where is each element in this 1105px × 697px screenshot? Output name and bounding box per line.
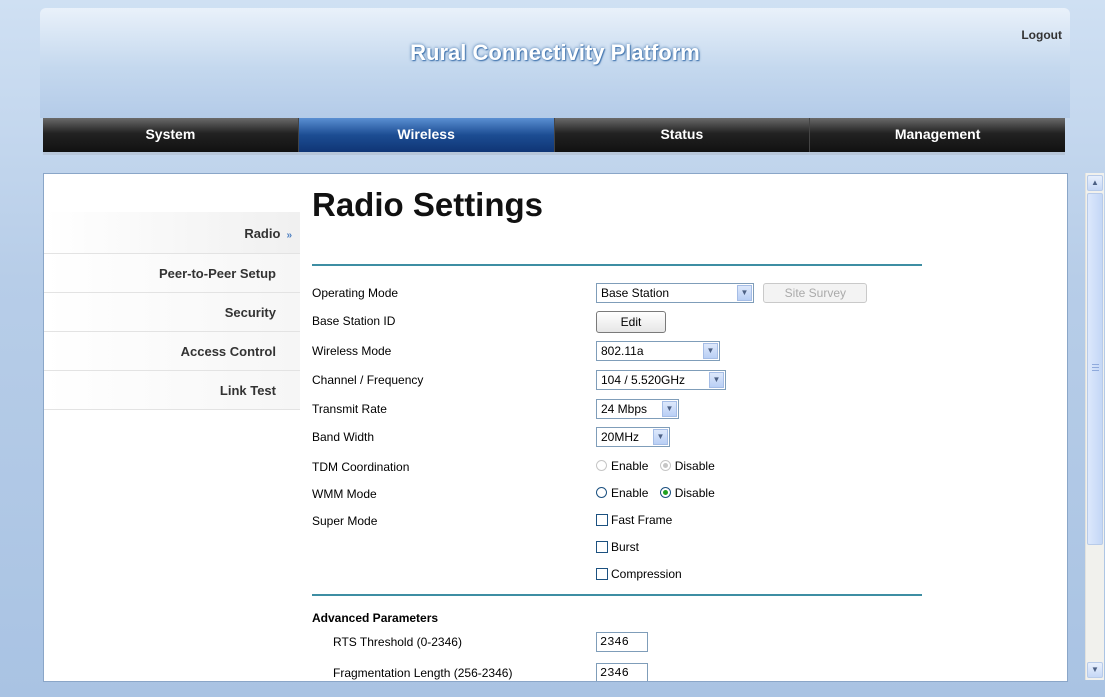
- row-compression: Compression: [312, 565, 932, 587]
- wmm-label: WMM Mode: [312, 487, 377, 501]
- sidebar-item-access-control[interactable]: Access Control: [44, 332, 300, 371]
- channel-value: 104 / 5.520GHz: [601, 373, 686, 387]
- fragmentation-length-input[interactable]: 2346: [596, 663, 648, 681]
- rts-threshold-input[interactable]: 2346: [596, 632, 648, 652]
- sidebar-item-label: Link Test: [219, 383, 276, 398]
- burst-label: Burst: [611, 540, 640, 554]
- sidebar: Radio » Peer-to-Peer Setup Security Acces…: [44, 212, 300, 410]
- band-width-value: 20MHz: [601, 430, 640, 444]
- transmit-rate-label: Transmit Rate: [312, 402, 387, 416]
- wmm-enable-label: Enable: [611, 486, 649, 500]
- logout-link[interactable]: Logout: [1021, 28, 1062, 42]
- row-frag: Fragmentation Length (256-2346) 2346: [312, 663, 932, 681]
- tdm-disable-label: Disable: [674, 459, 715, 473]
- vertical-scrollbar[interactable]: ▲ ▼: [1085, 173, 1104, 680]
- divider: [312, 594, 922, 596]
- wmm-disable-label: Disable: [674, 486, 715, 500]
- header-banner: Rural Connectivity Platform Logout: [40, 8, 1070, 118]
- sidebar-item-label: Radio: [244, 226, 281, 241]
- sidebar-item-link-test[interactable]: Link Test: [44, 371, 300, 410]
- advanced-parameters-heading: Advanced Parameters: [312, 611, 439, 625]
- wireless-mode-label: Wireless Mode: [312, 344, 392, 358]
- sidebar-item-security[interactable]: Security: [44, 293, 300, 332]
- frag-label: Fragmentation Length (256-2346): [333, 666, 513, 680]
- compression-label: Compression: [611, 567, 682, 581]
- grip-icon: [1092, 364, 1099, 372]
- transmit-rate-select[interactable]: 24 Mbps ▼: [596, 399, 679, 419]
- operating-mode-select[interactable]: Base Station ▼: [596, 283, 754, 303]
- row-operating-mode: Operating Mode Base Station ▼ Site Surve…: [312, 283, 932, 305]
- row-transmit-rate: Transmit Rate 24 Mbps ▼: [312, 399, 932, 421]
- compression-checkbox[interactable]: [596, 568, 608, 580]
- band-width-select[interactable]: 20MHz ▼: [596, 427, 670, 447]
- channel-select[interactable]: 104 / 5.520GHz ▼: [596, 370, 726, 390]
- platform-title: Rural Connectivity Platform: [410, 40, 700, 65]
- sidebar-item-peer-to-peer[interactable]: Peer-to-Peer Setup: [44, 254, 300, 293]
- tdm-enable-radio[interactable]: [596, 460, 607, 471]
- sidebar-item-label: Peer-to-Peer Setup: [158, 266, 276, 281]
- super-mode-label: Super Mode: [312, 514, 378, 528]
- wmm-disable-radio[interactable]: [659, 487, 671, 498]
- base-station-id-label: Base Station ID: [312, 314, 396, 328]
- chevron-down-icon: ▼: [662, 401, 677, 417]
- tdm-label: TDM Coordination: [312, 460, 410, 474]
- sidebar-item-radio[interactable]: Radio »: [44, 212, 300, 254]
- operating-mode-label: Operating Mode: [312, 286, 399, 300]
- row-wireless-mode: Wireless Mode 802.11a ▼: [312, 341, 932, 363]
- chevron-down-icon: ▼: [709, 372, 724, 388]
- edit-button[interactable]: Edit: [596, 311, 666, 333]
- wireless-mode-select[interactable]: 802.11a ▼: [596, 341, 720, 361]
- row-tdm: TDM Coordination Enable Disable: [312, 457, 932, 479]
- content-panel: Radio » Peer-to-Peer Setup Security Acces…: [43, 173, 1068, 682]
- fast-frame-label: Fast Frame: [611, 513, 673, 527]
- page-title: Radio Settings: [312, 186, 544, 223]
- wireless-mode-value: 802.11a: [601, 344, 644, 358]
- main-nav: System Wireless Status Management: [43, 118, 1065, 155]
- nav-management[interactable]: Management: [810, 118, 1065, 152]
- row-rts: RTS Threshold (0-2346) 2346: [312, 632, 932, 654]
- tdm-disable-radio[interactable]: [659, 460, 671, 471]
- scroll-up-icon[interactable]: ▲: [1087, 175, 1103, 191]
- row-band-width: Band Width 20MHz ▼: [312, 427, 932, 449]
- operating-mode-value: Base Station: [601, 286, 670, 300]
- nav-status[interactable]: Status: [555, 118, 811, 152]
- divider: [312, 264, 922, 266]
- row-super-mode: Super Mode Fast Frame: [312, 511, 932, 533]
- nav-wireless[interactable]: Wireless: [298, 118, 555, 152]
- row-burst: Burst: [312, 538, 932, 560]
- channel-label: Channel / Frequency: [312, 373, 424, 387]
- scrollbar-thumb[interactable]: [1087, 193, 1103, 545]
- fast-frame-checkbox[interactable]: [596, 514, 608, 526]
- nav-system[interactable]: System: [43, 118, 299, 152]
- sidebar-item-label: Access Control: [180, 344, 276, 359]
- burst-checkbox[interactable]: [596, 541, 608, 553]
- chevron-down-icon: ▼: [653, 429, 668, 445]
- wmm-enable-radio[interactable]: [596, 487, 607, 498]
- transmit-rate-value: 24 Mbps: [601, 402, 648, 416]
- row-channel: Channel / Frequency 104 / 5.520GHz ▼: [312, 370, 932, 392]
- rts-label: RTS Threshold (0-2346): [333, 635, 462, 649]
- site-survey-button[interactable]: Site Survey: [763, 283, 868, 303]
- scroll-down-icon[interactable]: ▼: [1087, 662, 1103, 678]
- tdm-enable-label: Enable: [611, 459, 649, 473]
- active-arrow-icon: »: [286, 230, 292, 241]
- chevron-down-icon: ▼: [703, 343, 718, 359]
- row-wmm: WMM Mode Enable Disable: [312, 484, 932, 506]
- band-width-label: Band Width: [312, 430, 375, 444]
- sidebar-item-label: Security: [224, 305, 276, 320]
- row-base-station-id: Base Station ID Edit: [312, 311, 932, 333]
- chevron-down-icon: ▼: [737, 285, 752, 301]
